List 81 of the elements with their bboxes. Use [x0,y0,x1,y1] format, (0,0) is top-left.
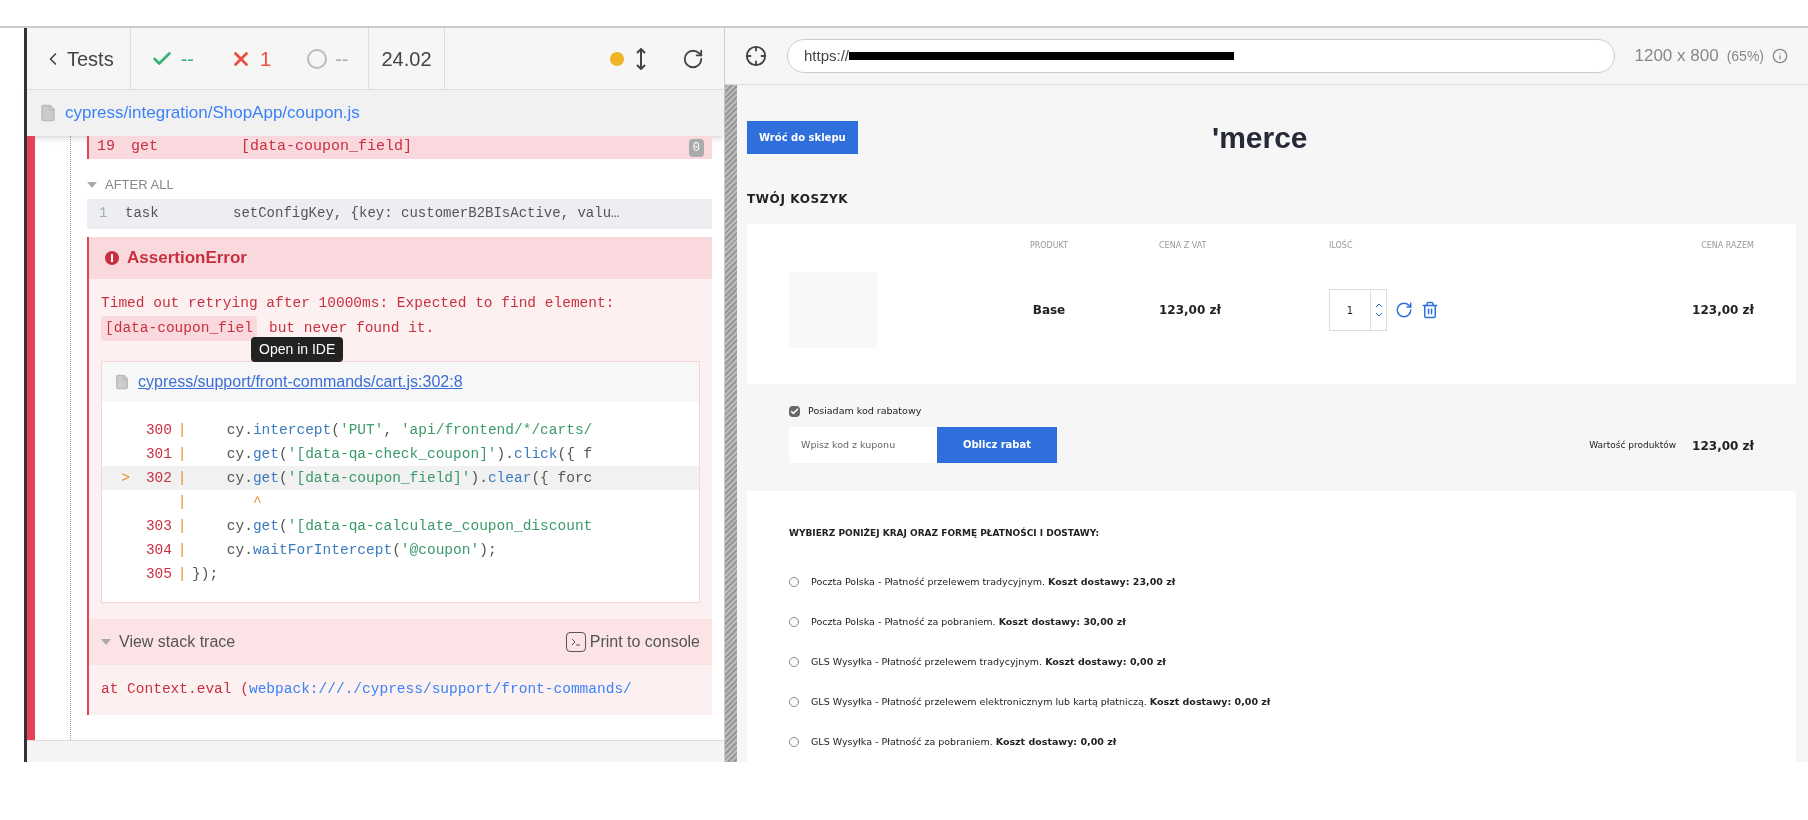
product-price: 123,00 zł [1159,302,1222,320]
summary-value: 123,00 zł [1692,437,1754,455]
calculate-discount-button[interactable]: Oblicz rabat [937,426,1057,463]
gutter-pipe: | [176,540,188,560]
product-total: 123,00 zł [1691,302,1754,320]
hook-header[interactable]: AFTER ALL [87,175,712,195]
resize-vertical-icon[interactable] [636,47,646,70]
code-line: cy.get('[data-qa-calculate_coupon_discount [225,516,593,536]
url-field[interactable]: https:// [787,39,1615,74]
checkbox-label: Posiadam kod rabatowy [808,404,922,419]
print-to-console-button[interactable]: Print to console [565,629,700,654]
column-header: CENA RAZEM [1700,240,1754,253]
line-number: 305 [144,564,172,584]
code-line: }); [192,564,219,584]
gutter-pipe: | [176,420,188,440]
line-number: 304 [144,540,172,560]
summary-label: Wartość produktów [1589,438,1677,452]
refresh-icon[interactable] [1395,301,1413,320]
command-number: 19 [97,137,116,158]
coupon-checkbox[interactable] [789,405,800,417]
command-message: [data-coupon_field] [241,137,414,158]
shipping-option-label: GLS Wysyłka - Płatność za pobraniem. Koszt dostawy: 0,00 zł [811,734,1117,749]
viewport-scale: (65%) [1726,46,1764,66]
line-number: 300 [144,420,172,440]
trash-icon[interactable] [1421,301,1439,320]
reload-icon[interactable] [682,47,704,70]
error-code: [data-coupon_fiel [101,315,257,341]
code-line: cy.get('[data-qa-check_coupon]').click({ f [225,444,593,464]
viewport-size: 1200 x 800 [1634,45,1719,68]
code-line: cy.intercept('PUT', 'api/frontend/*/carts/ [225,420,593,440]
shipping-option-label: Poczta Polska - Płatność za pobraniem. Koszt dostawy: 30,00 zł [811,614,1126,629]
error-title: AssertionError [127,246,247,269]
info-icon[interactable] [1772,48,1788,65]
command-name: get [131,137,159,158]
element-count-badge: 0 [688,138,704,157]
back-to-shop-button[interactable]: Wróć do sklepu [747,121,858,155]
logo: 'merce [1212,120,1308,157]
hook-command-row[interactable]: 1 task setConfigKey, {key: customerB2BIsActive, valu… [87,198,712,229]
shipping-option-label: Poczta Polska - Płatność przelewem tradycyjnym. Koszt dostawy: 23,00 zł [811,574,1176,589]
column-header: PRODUKT [1028,240,1070,253]
error-message: but never found it. [268,318,435,338]
cart-title: TWÓJ KOSZYK [747,190,850,209]
shipping-option-label: GLS Wysyłka - Płatność przelewem elektronicznym lub kartą płatniczą. Koszt dostawy: 0,00 zł [811,694,1271,709]
column-header: CENA Z VAT [1159,240,1208,253]
duration: 24.02 [369,28,445,89]
shipping-option-label: GLS Wysyłka - Płatność przelewem tradycyjnym. Koszt dostawy: 0,00 zł [811,654,1166,669]
column-header: ILOŚĆ [1329,240,1354,253]
product-name: Base [1031,302,1067,320]
command-number: 1 [99,204,109,223]
gutter-pipe: | [176,468,188,488]
quantity-field[interactable]: 1 [1329,289,1387,332]
shipping-title: WYBIERZ PONIŻEJ KRAJ ORAZ FORMĘ PŁATNOŚCI I DOSTAWY: [789,526,1101,540]
spinner-icon [307,48,328,69]
line-marker: > [120,468,130,488]
line-number: 303 [144,516,172,536]
back-to-tests-button[interactable]: Tests [27,28,131,89]
file-icon [39,104,57,122]
failed-count: 1 [230,43,272,74]
tooltip: Open in IDE [251,336,344,362]
error-icon [105,250,119,265]
command-message: setConfigKey, {key: customerB2BIsActive, valu… [233,204,620,223]
selector-icon[interactable] [745,45,767,68]
code-line: cy.get('[data-coupon_field]').clear({ forc [225,468,593,488]
code-line: cy.waitForIntercept('@coupon'); [225,540,497,560]
passed-count: -- [150,43,194,74]
stack-trace-toggle[interactable]: View stack trace [101,629,236,654]
gutter-pipe: | [176,492,188,512]
failed-command-row[interactable]: 19 get [data-coupon_field] 0 [87,136,712,159]
stack-trace-line: at Context.eval (webpack:///./cypress/support/front-commands/ [100,679,633,699]
command-name: task [125,204,160,223]
file-icon [114,373,130,390]
terminal-icon [565,631,586,652]
line-number: 301 [144,444,172,464]
code-line: ^ [251,492,262,512]
error-message: Timed out retrying after 10000ms: Expected to find element: [101,293,616,313]
gutter-pipe: | [176,564,188,584]
line-number: 302 [144,468,172,488]
gutter-pipe: | [176,516,188,536]
pending-count: -- [307,43,349,74]
gutter-pipe: | [176,444,188,464]
coupon-input-field[interactable]: Wpisz kod z kuponu [789,426,937,463]
